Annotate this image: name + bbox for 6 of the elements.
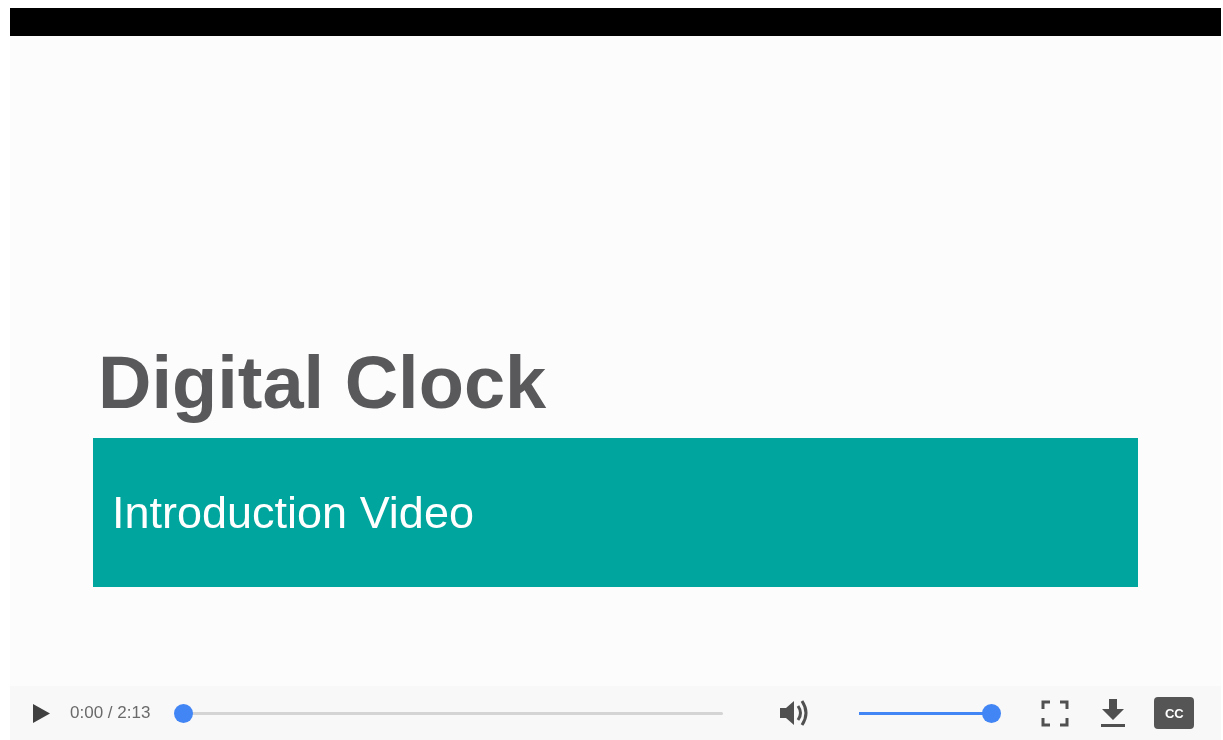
play-button[interactable]	[32, 702, 51, 724]
fullscreen-icon[interactable]	[1041, 699, 1070, 727]
slide-subtitle: Introduction Video	[112, 487, 474, 538]
time-display: 0:00 / 2:13	[70, 703, 151, 723]
captions-button[interactable]: CC	[1154, 697, 1195, 729]
download-icon[interactable]	[1100, 698, 1127, 728]
